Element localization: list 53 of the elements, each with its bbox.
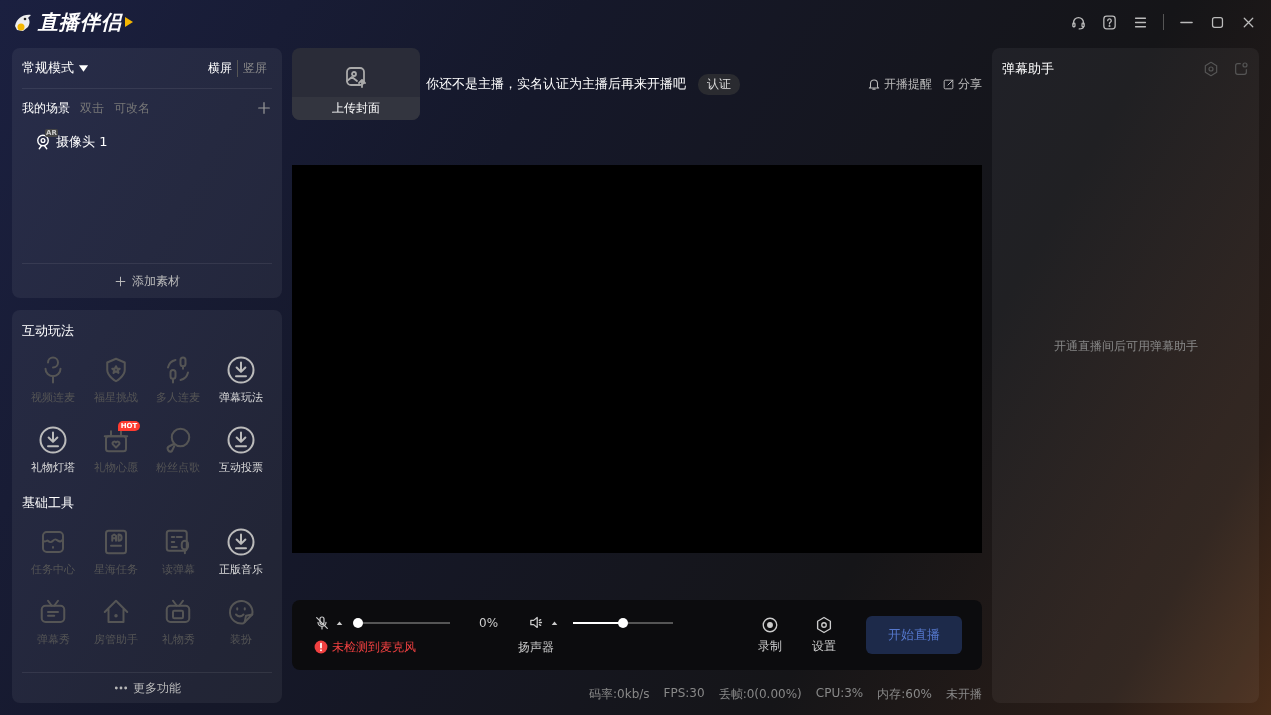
download-icon [225,425,256,455]
play-triangle-icon [124,16,134,28]
record-icon [761,615,779,634]
tool-item[interactable]: 互动投票 [209,418,272,482]
dropdown-caret-icon [78,63,89,73]
hint-text: 可改名 [114,99,150,117]
remind-link[interactable]: 开播提醒 [867,75,932,93]
section-title: 互动玩法 [22,322,75,340]
hint-text: 双击 [80,99,104,117]
webcam-icon [34,133,52,151]
help-icon[interactable] [1101,13,1118,31]
share-icon [942,77,955,91]
status-text: 丢帧:0(0.00%) [718,686,802,703]
tool-item[interactable]: 礼物灯塔 [22,418,85,482]
status-text: 未开播 [946,686,982,703]
notice-text: 你还不是主播，实名认证为主播后再来开播吧 [426,75,686,93]
mode-dropdown[interactable]: 常规模式 [22,59,89,77]
more-features-button[interactable]: 更多功能 [107,678,187,698]
error-icon [314,640,328,654]
panel-title: 弹幕助手 [1002,60,1054,78]
settings-button[interactable]: 设置 [812,615,836,655]
tool-item[interactable]: 正版音乐 [209,520,272,584]
speaker-label: 扬声器 [518,639,556,656]
download-icon [225,355,256,385]
status-text: CPU:3% [815,686,864,702]
download-icon [38,425,69,455]
volume-reading: 0% [479,615,499,630]
add-source-button[interactable]: 添加素材 [108,271,186,291]
orientation-tab[interactable]: 横屏 [203,59,237,77]
orientation-tab[interactable]: 竖屏 [237,59,272,77]
slider-thumb[interactable] [618,617,629,628]
share-link[interactable]: 分享 [942,75,982,93]
slider-thumb[interactable] [353,617,363,628]
section-title: 基础工具 [22,494,75,512]
tool-item[interactable]: 弹幕玩法 [209,348,272,412]
error-text: 未检测到麦克风 [332,638,416,656]
verify-button[interactable]: 认证 [698,73,740,95]
add-icon [114,274,127,288]
status-text: 码率:0kb/s [589,686,650,703]
upload-cover-button[interactable]: 上传封面 [292,48,420,120]
add-icon[interactable] [256,100,272,116]
settings-icon [815,615,833,634]
image-upload-icon [344,65,368,89]
section-title: 我的场景 [22,99,70,117]
microphone-muted-icon[interactable] [314,614,330,631]
record-button[interactable]: 录制 [758,615,782,655]
empty-text: 开通直播间后可用弹幕助手 [1053,338,1198,355]
bell-icon [867,77,881,91]
status-text: FPS:30 [663,686,705,702]
source-item[interactable]: 摄像头 1 [56,133,108,151]
download-icon [225,527,256,557]
app-title: 直播伴侣 [38,8,122,36]
status-text: 内存:60% [877,686,932,703]
